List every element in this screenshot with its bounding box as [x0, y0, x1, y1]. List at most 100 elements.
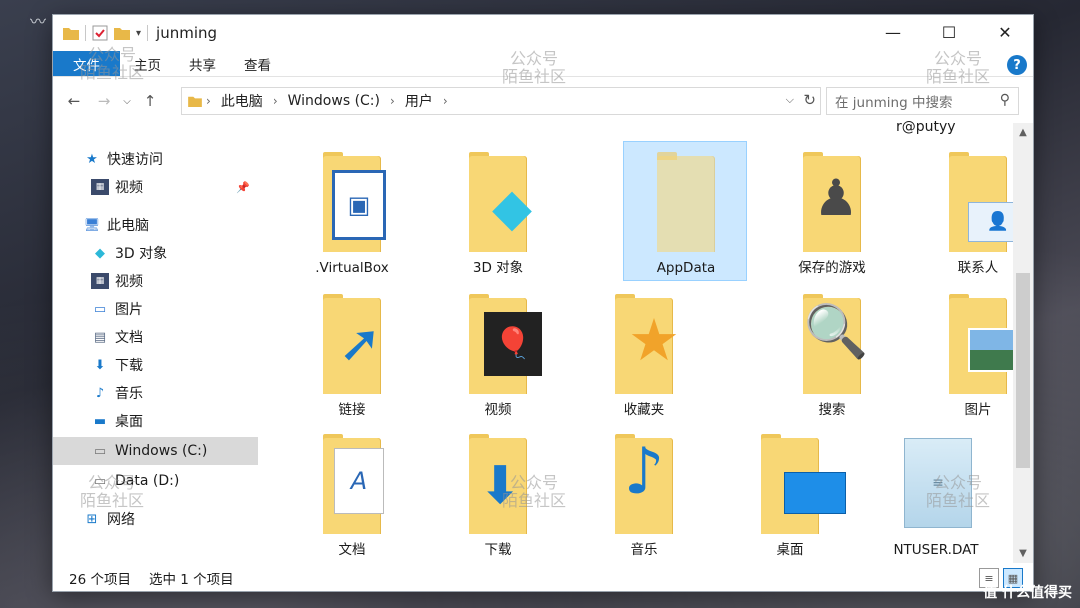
tab-home[interactable]: 主页 [120, 51, 175, 76]
recent-locations-chevron-icon[interactable]: ⌵ [119, 96, 135, 107]
nav-label: 下载 [115, 358, 143, 374]
minimize-button[interactable]: — [865, 15, 921, 49]
drive-icon: ▭ [93, 443, 107, 459]
scrollbar-thumb[interactable] [1016, 273, 1030, 468]
nav-label: 网络 [107, 512, 135, 528]
image-icon: ▭ [93, 301, 107, 317]
video-icon: ▦ [91, 179, 109, 195]
list-item[interactable]: ♪ 音乐 [581, 423, 705, 563]
nav-item-windows-c[interactable]: ▭ Windows (C:) [53, 437, 258, 465]
document-icon: ▤ [93, 329, 107, 345]
nav-item-pictures[interactable]: ▭ 图片 [53, 295, 258, 323]
close-button[interactable]: ✕ [977, 15, 1033, 49]
status-bar: 26 个项目 选中 1 个项目 [53, 565, 1033, 591]
site-logo: 值 什么值得买 [983, 585, 1072, 601]
breadcrumb-users[interactable]: 用户 [399, 91, 439, 111]
star-icon: ★ [86, 151, 98, 167]
window-controls: — ☐ ✕ [865, 15, 1033, 49]
tab-file[interactable]: 文件 [53, 51, 120, 76]
new-folder-icon[interactable] [114, 26, 130, 40]
document-icon: A [334, 448, 384, 514]
breadcrumb-this-pc[interactable]: 此电脑 [215, 91, 269, 111]
nav-item-video-pinned[interactable]: ▦ 视频 📌 [53, 173, 258, 201]
tab-share[interactable]: 共享 [175, 51, 230, 76]
breadcrumb-windows-c[interactable]: Windows (C:) [282, 93, 386, 109]
maximize-button[interactable]: ☐ [921, 15, 977, 49]
list-item[interactable]: ★ 收藏夹 [581, 283, 705, 423]
toolbar-divider [147, 25, 149, 41]
item-label: 3D 对象 [472, 260, 524, 276]
title-bar: ▾ junming — ☐ ✕ [53, 15, 1033, 51]
list-item[interactable]: ➚ 链接 [289, 283, 413, 423]
nav-item-desktop[interactable]: ▬ 桌面 [53, 407, 258, 435]
nav-item-data-d[interactable]: ▭ Data (D:) [53, 467, 258, 495]
nav-label: Data (D:) [115, 473, 180, 489]
search-input[interactable]: 在 junming 中搜索 ⚲ [826, 87, 1019, 115]
bird-silhouette-icon: 〰 [30, 12, 47, 31]
item-label: 视频 [484, 402, 512, 418]
list-item[interactable]: 🔍 搜索 [769, 283, 893, 423]
forward-arrow-icon[interactable]: → [89, 92, 119, 110]
list-item[interactable]: ◆ 3D 对象 [435, 141, 559, 281]
tab-view[interactable]: 查看 [230, 51, 285, 76]
list-item[interactable]: 桌面 [727, 423, 851, 563]
scroll-down-icon[interactable]: ▼ [1013, 548, 1033, 559]
desktop-icon: ▬ [93, 413, 107, 429]
back-arrow-icon[interactable]: ← [59, 92, 89, 110]
vertical-scrollbar[interactable]: ▲ ▼ [1013, 123, 1033, 563]
list-item[interactable]: AppData [623, 141, 747, 281]
search-icon[interactable]: ⚲ [1000, 92, 1010, 108]
nav-item-video[interactable]: ▦ 视频 [53, 267, 258, 295]
navigation-pane: ★ 快速访问 ▦ 视频 📌 🖥 此电脑 ◆ 3D 对象 ▦ 视频 ▭ 图片 ▤ … [53, 141, 258, 571]
chevron-right-icon[interactable]: › [269, 94, 282, 108]
notepad-icon: ≡ [904, 438, 972, 528]
link-arrow-icon: ➚ [338, 314, 382, 374]
list-item[interactable]: ⬇ 下载 [435, 423, 559, 563]
list-item[interactable]: ▣ .VirtualBox [289, 141, 413, 281]
cube-icon: ◆ [95, 245, 105, 261]
nav-label: 快速访问 [107, 152, 163, 168]
folder-small-icon [188, 96, 202, 107]
chevron-right-icon[interactable]: › [386, 94, 399, 108]
folder-icon [657, 156, 715, 252]
desktop-screen-icon [784, 472, 846, 514]
nav-label: 视频 [115, 274, 143, 290]
nav-item-this-pc[interactable]: 🖥 此电脑 [53, 211, 258, 239]
scroll-up-icon[interactable]: ▲ [1013, 127, 1033, 138]
nav-item-downloads[interactable]: ⬇ 下载 [53, 351, 258, 379]
toolbar-divider [85, 25, 86, 41]
folder-small-icon[interactable] [63, 26, 79, 40]
up-arrow-icon[interactable]: ↑ [135, 92, 165, 110]
item-label: 文档 [338, 542, 366, 558]
pin-icon[interactable]: 📌 [236, 181, 250, 194]
nav-label: Windows (C:) [115, 443, 208, 459]
nav-item-documents[interactable]: ▤ 文档 [53, 323, 258, 351]
magnifier-icon: 🔍 [803, 302, 869, 362]
chevron-right-icon[interactable]: › [439, 94, 452, 108]
window-title: junming [156, 24, 218, 42]
navigation-bar: ← → ⌵ ↑ › 此电脑 › Windows (C:) › 用户 › ⌵ ↻ … [53, 85, 1033, 117]
address-dropdown-icon[interactable]: ⌵ [786, 93, 794, 107]
item-label: .VirtualBox [315, 260, 389, 276]
item-label: 保存的游戏 [798, 260, 866, 276]
list-item[interactable]: 🎈 视频 [435, 283, 559, 423]
list-item[interactable]: ≡ NTUSER.DAT [873, 423, 997, 563]
properties-check-icon[interactable] [92, 25, 108, 41]
download-arrow-icon: ⬇ [478, 456, 522, 516]
address-bar[interactable]: › 此电脑 › Windows (C:) › 用户 › ⌵ ↻ [181, 87, 821, 115]
drive-icon: ▭ [93, 473, 107, 489]
nav-item-quick-access[interactable]: ★ 快速访问 [53, 145, 258, 173]
nav-label: 视频 [115, 180, 143, 196]
chevron-down-icon[interactable]: ▾ [136, 28, 141, 39]
nav-item-network[interactable]: ⊞ 网络 [53, 505, 258, 533]
chevron-right-icon[interactable]: › [202, 94, 215, 108]
nav-item-3d-objects[interactable]: ◆ 3D 对象 [53, 239, 258, 267]
nav-item-music[interactable]: ♪ 音乐 [53, 379, 258, 407]
refresh-icon[interactable]: ↻ [803, 91, 816, 109]
list-item[interactable]: A 文档 [289, 423, 413, 563]
nav-label: 3D 对象 [115, 246, 168, 262]
list-item[interactable]: ♟ 保存的游戏 [769, 141, 893, 281]
item-label: 下载 [484, 542, 512, 558]
help-button[interactable]: ? [1007, 55, 1027, 75]
search-placeholder: 在 junming 中搜索 [835, 95, 953, 111]
